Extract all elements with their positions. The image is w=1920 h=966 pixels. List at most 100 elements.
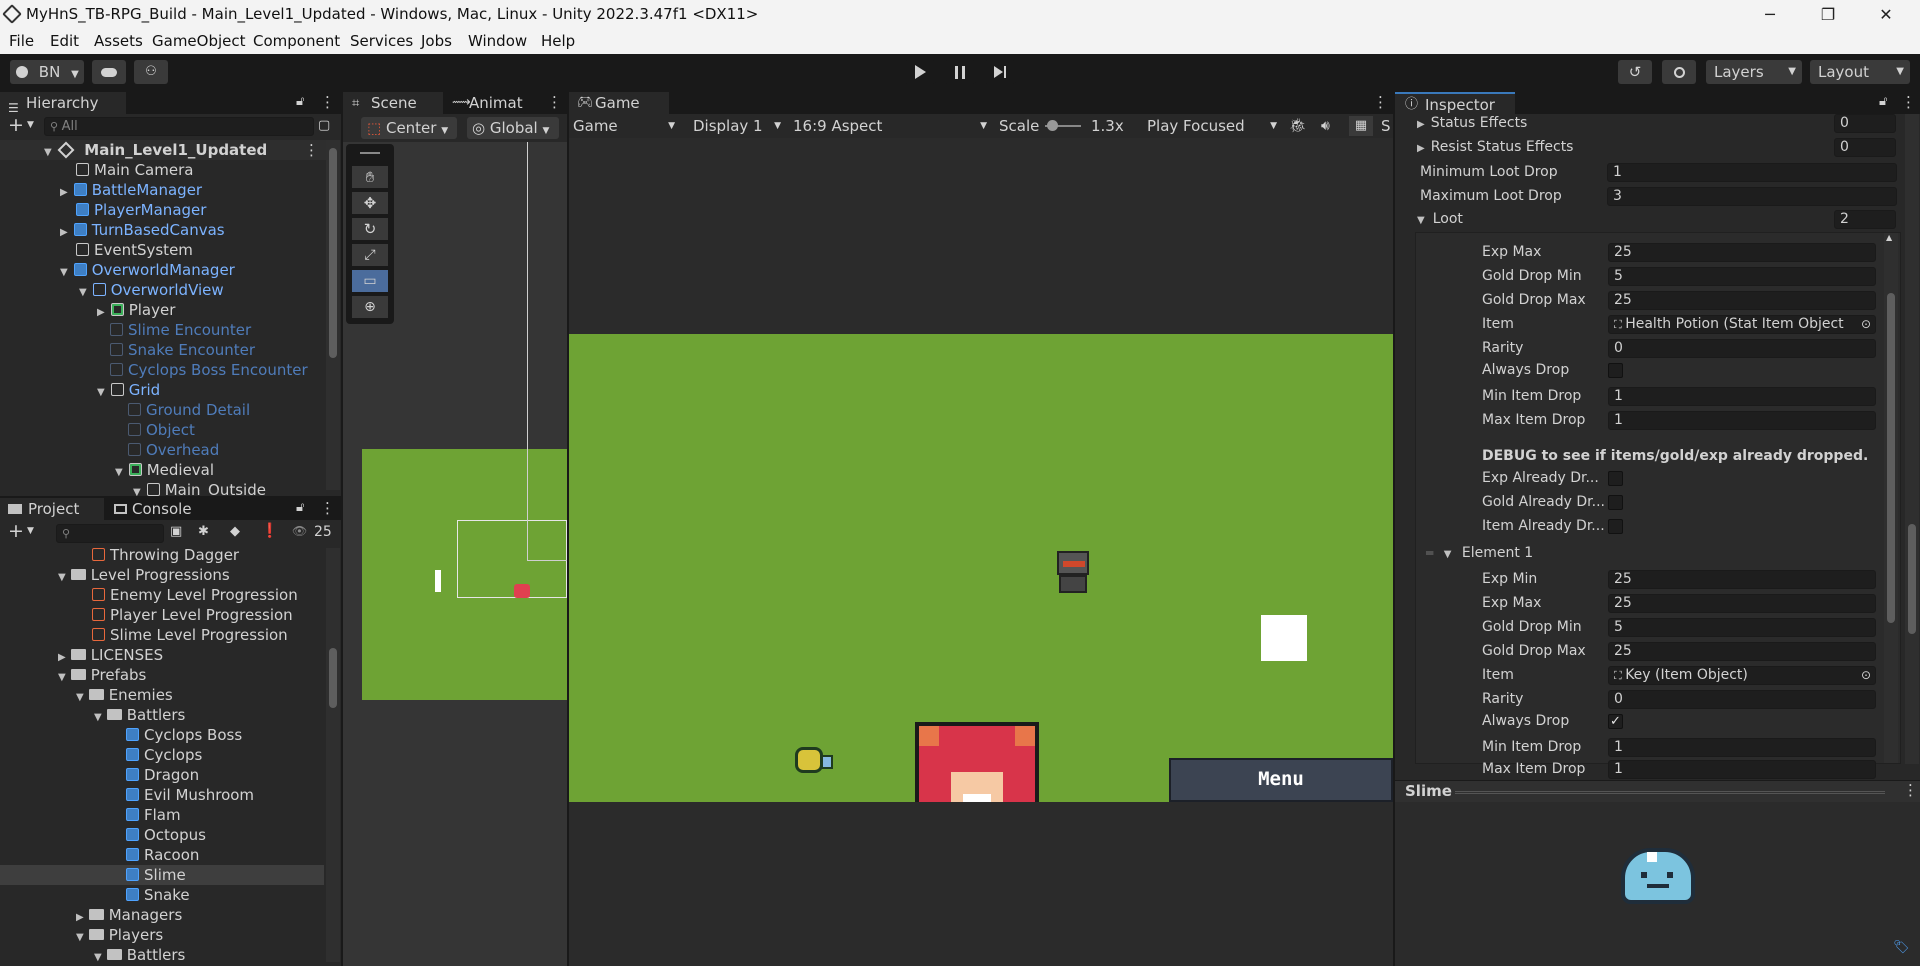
chevron-down-icon[interactable]: ▼: [27, 526, 34, 536]
layout-dropdown[interactable]: Layout ▼: [1810, 60, 1910, 84]
expand-icon[interactable]: ▼: [58, 668, 66, 688]
hierarchy-item[interactable]: ▶ BattleManager: [60, 180, 202, 200]
scrollbar-thumb[interactable]: [329, 648, 337, 708]
hierarchy-item[interactable]: Slime Encounter: [110, 320, 251, 340]
game-mode-dropdown[interactable]: Game ▼: [573, 114, 683, 138]
hierarchy-item[interactable]: Cyclops Boss Encounter: [110, 360, 308, 380]
status-effects-size[interactable]: 0: [1834, 114, 1896, 133]
e1-exp-max-field[interactable]: 25: [1608, 594, 1876, 613]
stats-label[interactable]: S: [1381, 114, 1391, 138]
expand-icon[interactable]: ▼: [97, 383, 105, 403]
scrollbar-thumb[interactable]: [1908, 524, 1916, 634]
close-button[interactable]: ✕: [1864, 0, 1908, 29]
menu-jobs[interactable]: Jobs: [421, 32, 452, 50]
move-tool-icon[interactable]: ✥: [352, 192, 388, 214]
eye-icon[interactable]: 👁︎: [292, 524, 307, 538]
tab-scene[interactable]: ⌗ Scene: [343, 92, 443, 114]
project-item[interactable]: ▼ Players: [76, 925, 163, 945]
play-mode-dropdown[interactable]: Play Focused ▼: [1147, 114, 1279, 138]
rect-tool-icon[interactable]: ▭: [352, 270, 388, 292]
hierarchy-item[interactable]: Object: [128, 420, 195, 440]
resist-effects-row[interactable]: ▶ Resist Status Effects: [1417, 138, 1573, 158]
loot-row[interactable]: ▼ Loot: [1417, 210, 1463, 230]
hierarchy-scrollbar[interactable]: [326, 140, 340, 490]
expand-icon[interactable]: ▶: [1417, 139, 1425, 158]
add-icon[interactable]: +: [8, 520, 24, 542]
play-button[interactable]: [904, 60, 936, 84]
info-icon[interactable]: ❗: [261, 523, 278, 539]
expand-icon[interactable]: ▶: [60, 223, 68, 243]
element-1-row[interactable]: ═ ▼ Element 1: [1426, 544, 1533, 564]
scene-row[interactable]: ▼ Main_Level1_Updated ⋮: [0, 140, 326, 160]
more-icon[interactable]: ⋮: [1901, 93, 1916, 111]
tab-animator[interactable]: ⟿ Animat: [445, 92, 545, 114]
project-item[interactable]: Cyclops: [126, 745, 202, 765]
max-loot-field[interactable]: 3: [1607, 187, 1897, 206]
expand-icon[interactable]: ▼: [58, 568, 66, 588]
expand-icon[interactable]: ▼: [79, 283, 87, 303]
loot-list-scrollbar[interactable]: ▲: [1884, 233, 1898, 763]
project-item[interactable]: Throwing Dagger: [92, 545, 239, 565]
expand-icon[interactable]: ▼: [76, 688, 84, 708]
debug-exp-checkbox[interactable]: [1608, 471, 1623, 486]
menu-window[interactable]: Window: [468, 32, 527, 50]
tab-console[interactable]: Console: [106, 498, 206, 520]
project-item[interactable]: ▼ Battlers: [94, 705, 185, 725]
expand-icon[interactable]: ▼: [76, 928, 84, 948]
hierarchy-item[interactable]: ▶ Player: [97, 300, 175, 320]
project-scrollbar[interactable]: [326, 548, 340, 962]
project-item[interactable]: Player Level Progression: [92, 605, 293, 625]
e1-gold-min-field[interactable]: 5: [1608, 618, 1876, 637]
pause-button[interactable]: [944, 60, 976, 84]
search-by-label-icon[interactable]: ✱: [198, 524, 209, 539]
menu-assets[interactable]: Assets: [94, 32, 143, 50]
filter-icon[interactable]: ▢: [318, 118, 330, 133]
scrollbar-thumb[interactable]: [1887, 293, 1895, 623]
expand-icon[interactable]: ▼: [115, 463, 123, 483]
space-dropdown[interactable]: ◎ Global ▼: [467, 117, 559, 139]
more-icon[interactable]: ⋮: [320, 93, 335, 111]
e1-max-item-field[interactable]: 1: [1608, 760, 1876, 779]
e0-gold-min-field[interactable]: 5: [1608, 267, 1876, 286]
expand-icon[interactable]: ▼: [60, 263, 68, 283]
scale-slider[interactable]: [1045, 120, 1081, 131]
project-item[interactable]: Cyclops Boss: [126, 725, 242, 745]
object-picker-icon[interactable]: ⊙: [1861, 316, 1871, 333]
add-icon[interactable]: +: [8, 114, 24, 136]
e0-min-item-field[interactable]: 1: [1608, 387, 1876, 406]
hierarchy-item[interactable]: EventSystem: [76, 240, 193, 260]
project-item[interactable]: Enemy Level Progression: [92, 585, 298, 605]
hierarchy-item[interactable]: ▶ TurnBasedCanvas: [60, 220, 225, 240]
aspect-dropdown[interactable]: 16:9 Aspect ▼: [793, 114, 991, 138]
debug-item-checkbox[interactable]: [1608, 519, 1623, 534]
e0-rarity-field[interactable]: 0: [1608, 339, 1876, 358]
menu-file[interactable]: File: [9, 32, 34, 50]
step-button[interactable]: [984, 60, 1016, 84]
restore-button[interactable]: ❐: [1806, 0, 1850, 29]
menu-gameobject[interactable]: GameObject: [152, 32, 246, 50]
preview-drag-bar[interactable]: [1455, 791, 1885, 794]
more-icon[interactable]: ⋮: [1373, 93, 1388, 111]
expand-icon[interactable]: ▼: [44, 143, 52, 163]
transform-tool-icon[interactable]: ⊕: [352, 296, 388, 318]
project-item[interactable]: Slime Level Progression: [92, 625, 288, 645]
project-item[interactable]: ▼ Battlers: [94, 945, 185, 965]
label-icon[interactable]: ◆: [230, 524, 240, 539]
project-item[interactable]: ▼ Enemies: [76, 685, 173, 705]
project-item[interactable]: Snake: [126, 885, 190, 905]
project-item[interactable]: Octopus: [126, 825, 206, 845]
expand-icon[interactable]: ▼: [94, 708, 102, 728]
layers-dropdown[interactable]: Layers ▼: [1706, 60, 1802, 84]
project-item[interactable]: Flam: [126, 805, 181, 825]
chevron-down-icon[interactable]: ▼: [27, 120, 34, 130]
project-item[interactable]: Dragon: [126, 765, 199, 785]
history-button[interactable]: ↺: [1618, 60, 1652, 84]
e0-max-item-field[interactable]: 1: [1608, 411, 1876, 430]
collab-button[interactable]: ⚇: [134, 60, 168, 84]
search-by-type-icon[interactable]: ▣: [170, 524, 182, 539]
menu-help[interactable]: Help: [541, 32, 575, 50]
audio-icon[interactable]: 🔊︎: [1321, 114, 1330, 138]
e1-rarity-field[interactable]: 0: [1608, 690, 1876, 709]
pivot-dropdown[interactable]: ⬚ Center ▼: [361, 117, 457, 139]
rotate-tool-icon[interactable]: ↻: [352, 218, 388, 240]
